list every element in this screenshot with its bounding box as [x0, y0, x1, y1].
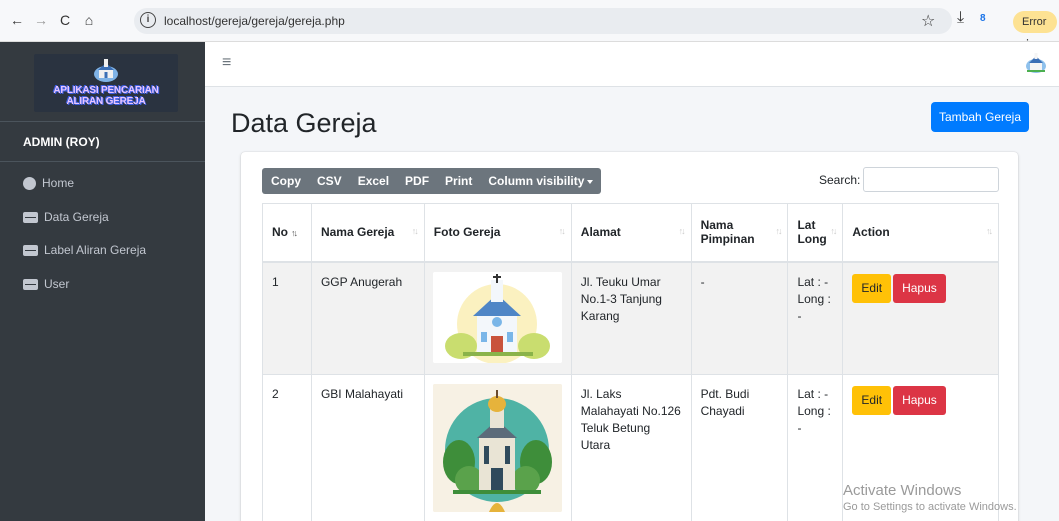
- brand-title-line1: APLIKASI PENCARIAN: [53, 85, 159, 96]
- sidebar-item-label-aliran-gereja[interactable]: Label Aliran Gereja: [23, 240, 146, 260]
- cell-foto: [423, 261, 572, 375]
- column-header-nama-pimpinan[interactable]: Nama Pimpinan ↑↓: [690, 203, 789, 263]
- column-visibility-button[interactable]: Column visibility: [480, 168, 601, 194]
- delete-button[interactable]: Hapus: [893, 385, 946, 415]
- brand[interactable]: APLIKASI PENCARIAN ALIRAN GEREJA: [0, 42, 205, 122]
- church-photo-image: [432, 383, 562, 512]
- user-name[interactable]: ADMIN (ROY): [23, 135, 100, 149]
- browser-toolbar: ← → C ⌂ i localhost/gereja/gereja/gereja…: [0, 0, 1059, 50]
- sort-icon: ↑↓: [558, 226, 566, 237]
- sidebar: APLIKASI PENCARIAN ALIRAN GEREJA ADMIN (…: [0, 42, 205, 521]
- sort-icon: ↑↓: [830, 226, 837, 237]
- church-logo-icon[interactable]: [1025, 52, 1047, 74]
- sidebar-item-home[interactable]: Home: [23, 173, 74, 193]
- column-header-foto-gereja[interactable]: Foto Gereja ↑↓: [423, 203, 572, 263]
- export-toolbar: Copy CSV Excel PDF Print Column visibili…: [262, 168, 602, 194]
- cell-alamat: Jl. Teuku Umar No.1-3 Tanjung Karang: [570, 261, 692, 375]
- edit-button[interactable]: Edit: [852, 385, 892, 415]
- data-card: Copy CSV Excel PDF Print Column visibili…: [241, 152, 1018, 521]
- sidebar-item-label: Data Gereja: [44, 210, 109, 224]
- table-icon: [23, 245, 38, 257]
- sidebar-item-label: User: [44, 277, 70, 291]
- address-bar[interactable]: i localhost/gereja/gereja/gereja.php: [134, 8, 952, 34]
- search-label: Search:: [819, 173, 861, 187]
- csv-button[interactable]: CSV: [309, 168, 350, 194]
- church-table: No ↑↓ Nama Gereja ↑↓ Foto Gereja ↑↓ Alamat ↑…: [262, 203, 999, 521]
- church-icon: [94, 59, 118, 82]
- info-icon[interactable]: i: [140, 12, 156, 28]
- sort-icon: ↑↓: [411, 226, 419, 237]
- search-input[interactable]: [863, 167, 999, 192]
- cell-foto: [423, 373, 572, 521]
- cell-latlong: Lat : - Long : -: [787, 261, 844, 375]
- table-icon: [23, 212, 38, 224]
- forward-icon[interactable]: →: [32, 12, 50, 28]
- user-panel[interactable]: ADMIN (ROY): [0, 122, 205, 162]
- sort-icon: ↑↓: [775, 226, 782, 237]
- cell-alamat: Jl. Laks Malahayati No.126 Teluk Betung …: [570, 373, 692, 521]
- download-icon[interactable]: ⤓: [957, 9, 964, 27]
- sidebar-item-data-gereja[interactable]: Data Gereja: [23, 207, 109, 227]
- delete-button[interactable]: Hapus: [893, 273, 946, 303]
- cell-latlong: Lat : - Long : -: [787, 373, 844, 521]
- table-icon: [23, 279, 38, 291]
- sidebar-item-label: Home: [42, 176, 75, 190]
- sort-icon: ↑↓: [986, 226, 993, 237]
- brand-logo[interactable]: APLIKASI PENCARIAN ALIRAN GEREJA: [34, 54, 178, 112]
- cell-nama: GGP Anugerah: [310, 261, 425, 375]
- edit-button[interactable]: Edit: [852, 273, 892, 303]
- sort-icon: ↑↓: [678, 226, 686, 237]
- cell-nama: GBI Malahayati: [310, 373, 425, 521]
- back-icon[interactable]: ←: [8, 12, 26, 28]
- excel-button[interactable]: Excel: [350, 168, 397, 194]
- reload-icon[interactable]: C: [56, 12, 74, 28]
- cell-pimpinan: -: [690, 261, 789, 375]
- cell-pimpinan: Pdt. Budi Chayadi: [690, 373, 789, 521]
- page-title: Data Gereja: [231, 108, 377, 138]
- table-row: 1 GGP Anugerah Jl. Teuku Umar No.1-3 Tan…: [262, 261, 999, 375]
- activate-windows-title: Activate Windows: [843, 482, 962, 499]
- tachometer-icon: [23, 177, 36, 191]
- top-navbar: ≡: [205, 42, 1059, 87]
- column-header-no[interactable]: No ↑↓: [262, 203, 312, 263]
- sidebar-item-label: Label Aliran Gereja: [44, 243, 147, 257]
- cell-action: Edit Hapus: [842, 261, 999, 375]
- column-header-nama-gereja[interactable]: Nama Gereja ↑↓: [310, 203, 425, 263]
- caret-down-icon: [587, 179, 594, 184]
- sort-asc-icon: ↑↓: [291, 228, 298, 239]
- url-text[interactable]: localhost/gereja/gereja/gereja.php: [164, 14, 345, 28]
- add-church-button[interactable]: Tambah Gereja: [931, 102, 1029, 132]
- activate-windows-subtitle: Go to Settings to activate Windows.: [843, 501, 1017, 513]
- menu-toggle-icon[interactable]: ≡: [222, 54, 231, 72]
- extension-icon[interactable]: 8: [980, 13, 986, 24]
- error-badge[interactable]: Error ⋮: [1013, 11, 1057, 50]
- pdf-button[interactable]: PDF: [397, 168, 437, 194]
- church-photo-image: [432, 271, 562, 363]
- sidebar-item-user[interactable]: User: [23, 274, 69, 294]
- column-header-action[interactable]: Action ↑↓: [842, 203, 999, 263]
- copy-button[interactable]: Copy: [262, 168, 309, 194]
- column-header-alamat[interactable]: Alamat ↑↓: [570, 203, 692, 263]
- bookmark-star-icon[interactable]: ☆: [921, 11, 935, 31]
- print-button[interactable]: Print: [437, 168, 480, 194]
- cell-no: 1: [262, 261, 312, 375]
- home-icon[interactable]: ⌂: [80, 12, 98, 28]
- cell-no: 2: [262, 373, 312, 521]
- column-header-lat-long[interactable]: Lat Long ↑↓: [787, 203, 844, 263]
- brand-title-line2: ALIRAN GEREJA: [66, 96, 146, 107]
